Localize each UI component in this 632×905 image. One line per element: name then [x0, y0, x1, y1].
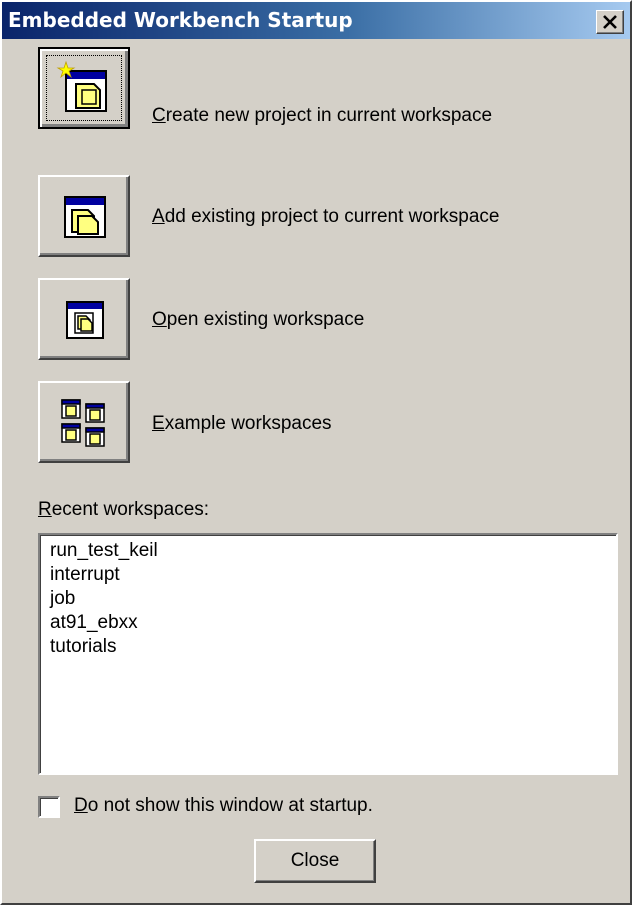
title-bar[interactable]: Embedded Workbench Startup	[2, 2, 630, 39]
open-existing-workspace-label[interactable]: Open existing workspace	[152, 309, 364, 331]
open-existing-workspace-button[interactable]	[38, 278, 130, 360]
open-workspace-icon	[66, 301, 104, 339]
example-workspaces-button[interactable]	[38, 381, 130, 463]
add-existing-project-button[interactable]	[38, 175, 130, 257]
add-project-icon	[64, 196, 106, 238]
list-item[interactable]: job	[50, 587, 616, 611]
new-project-icon	[56, 60, 107, 112]
close-button[interactable]: Close	[254, 839, 376, 883]
example-workspaces-icon	[61, 399, 105, 447]
create-new-project-button[interactable]	[38, 47, 130, 129]
add-existing-project-label[interactable]: Add existing project to current workspac…	[152, 206, 499, 228]
list-item[interactable]: at91_ebxx	[50, 611, 616, 635]
title-close-button[interactable]	[596, 10, 624, 34]
close-icon	[603, 15, 617, 29]
window-title: Embedded Workbench Startup	[8, 8, 353, 32]
recent-workspaces-label: Recent workspaces:	[38, 499, 210, 520]
do-not-show-label[interactable]: Do not show this window at startup.	[74, 795, 373, 817]
example-workspaces-label[interactable]: Example workspaces	[152, 413, 332, 435]
do-not-show-checkbox[interactable]	[38, 796, 60, 818]
list-item[interactable]: tutorials	[50, 635, 616, 659]
create-new-project-label[interactable]: Create new project in current workspace	[152, 105, 492, 127]
recent-workspaces-list[interactable]: run_test_keil interrupt job at91_ebxx tu…	[38, 533, 618, 775]
list-item[interactable]: interrupt	[50, 563, 616, 587]
startup-dialog: Embedded Workbench Startup Create new pr…	[0, 0, 632, 905]
list-item[interactable]: run_test_keil	[50, 539, 616, 563]
